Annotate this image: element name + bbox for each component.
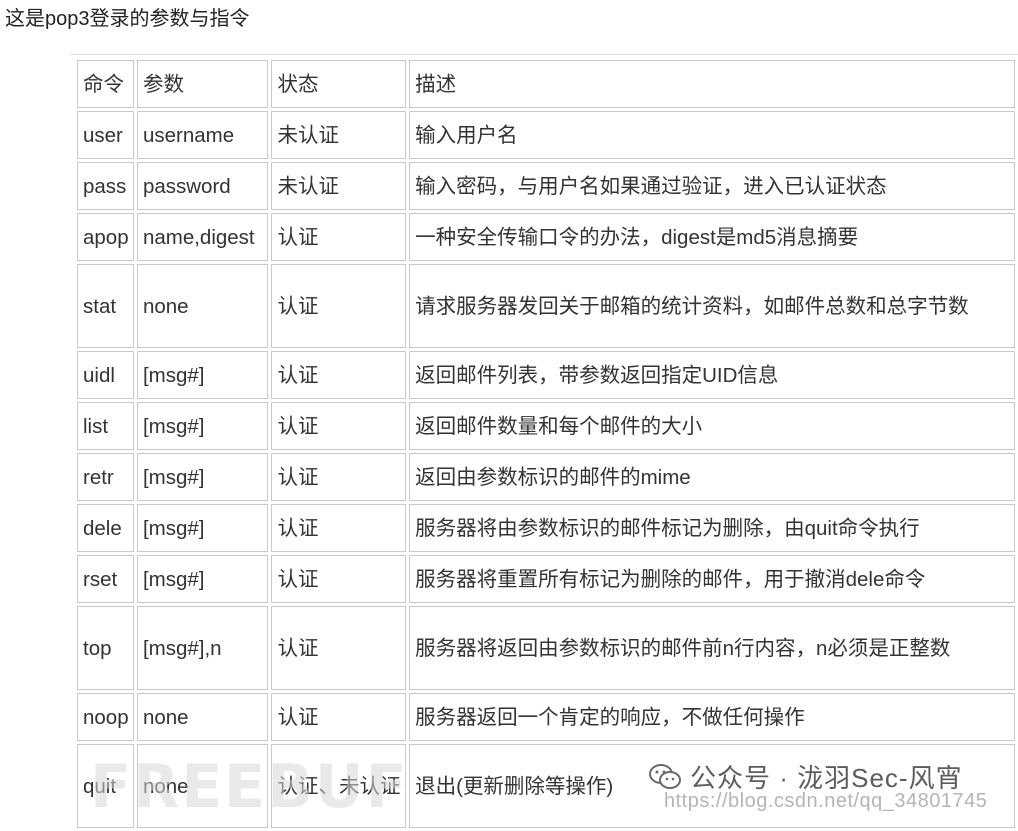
state-cell: 未认证 — [271, 111, 407, 159]
header-cell-param: 参数 — [136, 60, 269, 108]
table-row: list [msg#] 认证 返回邮件数量和每个邮件的大小 — [77, 402, 1015, 450]
description-cell: 返回邮件列表，带参数返回指定UID信息 — [409, 351, 1015, 399]
param-cell: [msg#] — [136, 402, 269, 450]
command-cell: dele — [77, 504, 134, 552]
description-cell: 服务器返回一个肯定的响应，不做任何操作 — [409, 693, 1015, 741]
table-row: uidl [msg#] 认证 返回邮件列表，带参数返回指定UID信息 — [77, 351, 1015, 399]
csdn-url-watermark: https://blog.csdn.net/qq_34801745 — [664, 790, 988, 812]
command-cell: user — [77, 111, 134, 159]
description-cell: 服务器将由参数标识的邮件标记为删除，由quit命令执行 — [409, 504, 1015, 552]
description-cell: 返回由参数标识的邮件的mime — [409, 453, 1015, 501]
command-cell: pass — [77, 162, 134, 210]
param-cell: [msg#] — [136, 555, 269, 603]
table-row: noop none 认证 服务器返回一个肯定的响应，不做任何操作 — [77, 693, 1015, 741]
param-cell: none — [136, 264, 269, 348]
param-cell: [msg#] — [136, 504, 269, 552]
state-cell: 认证 — [271, 351, 407, 399]
description-cell: 输入密码，与用户名如果通过验证，进入已认证状态 — [409, 162, 1015, 210]
command-cell: retr — [77, 453, 134, 501]
state-cell: 认证 — [271, 453, 407, 501]
state-cell: 未认证 — [271, 162, 407, 210]
state-cell: 认证 — [271, 264, 407, 348]
table-row: dele [msg#] 认证 服务器将由参数标识的邮件标记为删除，由quit命令执行 — [77, 504, 1015, 552]
state-cell: 认证 — [271, 693, 407, 741]
description-cell: 服务器将返回由参数标识的邮件前n行内容，n必须是正整数 — [409, 606, 1015, 690]
wechat-icon — [649, 763, 681, 789]
table-row: pass password 未认证 输入密码，与用户名如果通过验证，进入已认证状态 — [77, 162, 1015, 210]
command-cell: apop — [77, 213, 134, 261]
header-cell-command: 命令 — [77, 60, 134, 108]
description-cell: 服务器将重置所有标记为删除的邮件，用于撤消dele命令 — [409, 555, 1015, 603]
command-cell: rset — [77, 555, 134, 603]
command-cell: list — [77, 402, 134, 450]
table-row: user username 未认证 输入用户名 — [77, 111, 1015, 159]
state-cell: 认证 — [271, 402, 407, 450]
state-cell: 认证 — [271, 555, 407, 603]
command-cell: stat — [77, 264, 134, 348]
description-cell: 一种安全传输口令的办法，digest是md5消息摘要 — [409, 213, 1015, 261]
param-cell: none — [136, 693, 269, 741]
header-cell-state: 状态 — [271, 60, 407, 108]
description-cell: 请求服务器发回关于邮箱的统计资料，如邮件总数和总字节数 — [409, 264, 1015, 348]
table-row: stat none 认证 请求服务器发回关于邮箱的统计资料，如邮件总数和总字节数 — [77, 264, 1015, 348]
state-cell: 认证 — [271, 606, 407, 690]
param-cell: [msg#] — [136, 453, 269, 501]
table-row: rset [msg#] 认证 服务器将重置所有标记为删除的邮件，用于撤消dele命令 — [77, 555, 1015, 603]
param-cell: [msg#],n — [136, 606, 269, 690]
description-cell: 返回邮件数量和每个邮件的大小 — [409, 402, 1015, 450]
table-row: apop name,digest 认证 一种安全传输口令的办法，digest是md5消… — [77, 213, 1015, 261]
command-cell: noop — [77, 693, 134, 741]
param-cell: name,digest — [136, 213, 269, 261]
table-row: top [msg#],n 认证 服务器将返回由参数标识的邮件前n行内容，n必须是正整数 — [77, 606, 1015, 690]
header-cell-description: 描述 — [409, 60, 1015, 108]
freebuf-watermark: FREEBUF — [90, 752, 409, 822]
command-cell: uidl — [77, 351, 134, 399]
table-row: retr [msg#] 认证 返回由参数标识的邮件的mime — [77, 453, 1015, 501]
divider — [70, 54, 1018, 55]
param-cell: [msg#] — [136, 351, 269, 399]
description-cell: 输入用户名 — [409, 111, 1015, 159]
intro-text: 这是pop3登录的参数与指令 — [5, 8, 250, 30]
param-cell: username — [136, 111, 269, 159]
state-cell: 认证 — [271, 504, 407, 552]
pop3-command-table: 命令 参数 状态 描述 user username 未认证 输入用户名 pass pass… — [74, 57, 1018, 831]
table-header-row: 命令 参数 状态 描述 — [77, 60, 1015, 108]
param-cell: password — [136, 162, 269, 210]
state-cell: 认证 — [271, 213, 407, 261]
command-cell: top — [77, 606, 134, 690]
